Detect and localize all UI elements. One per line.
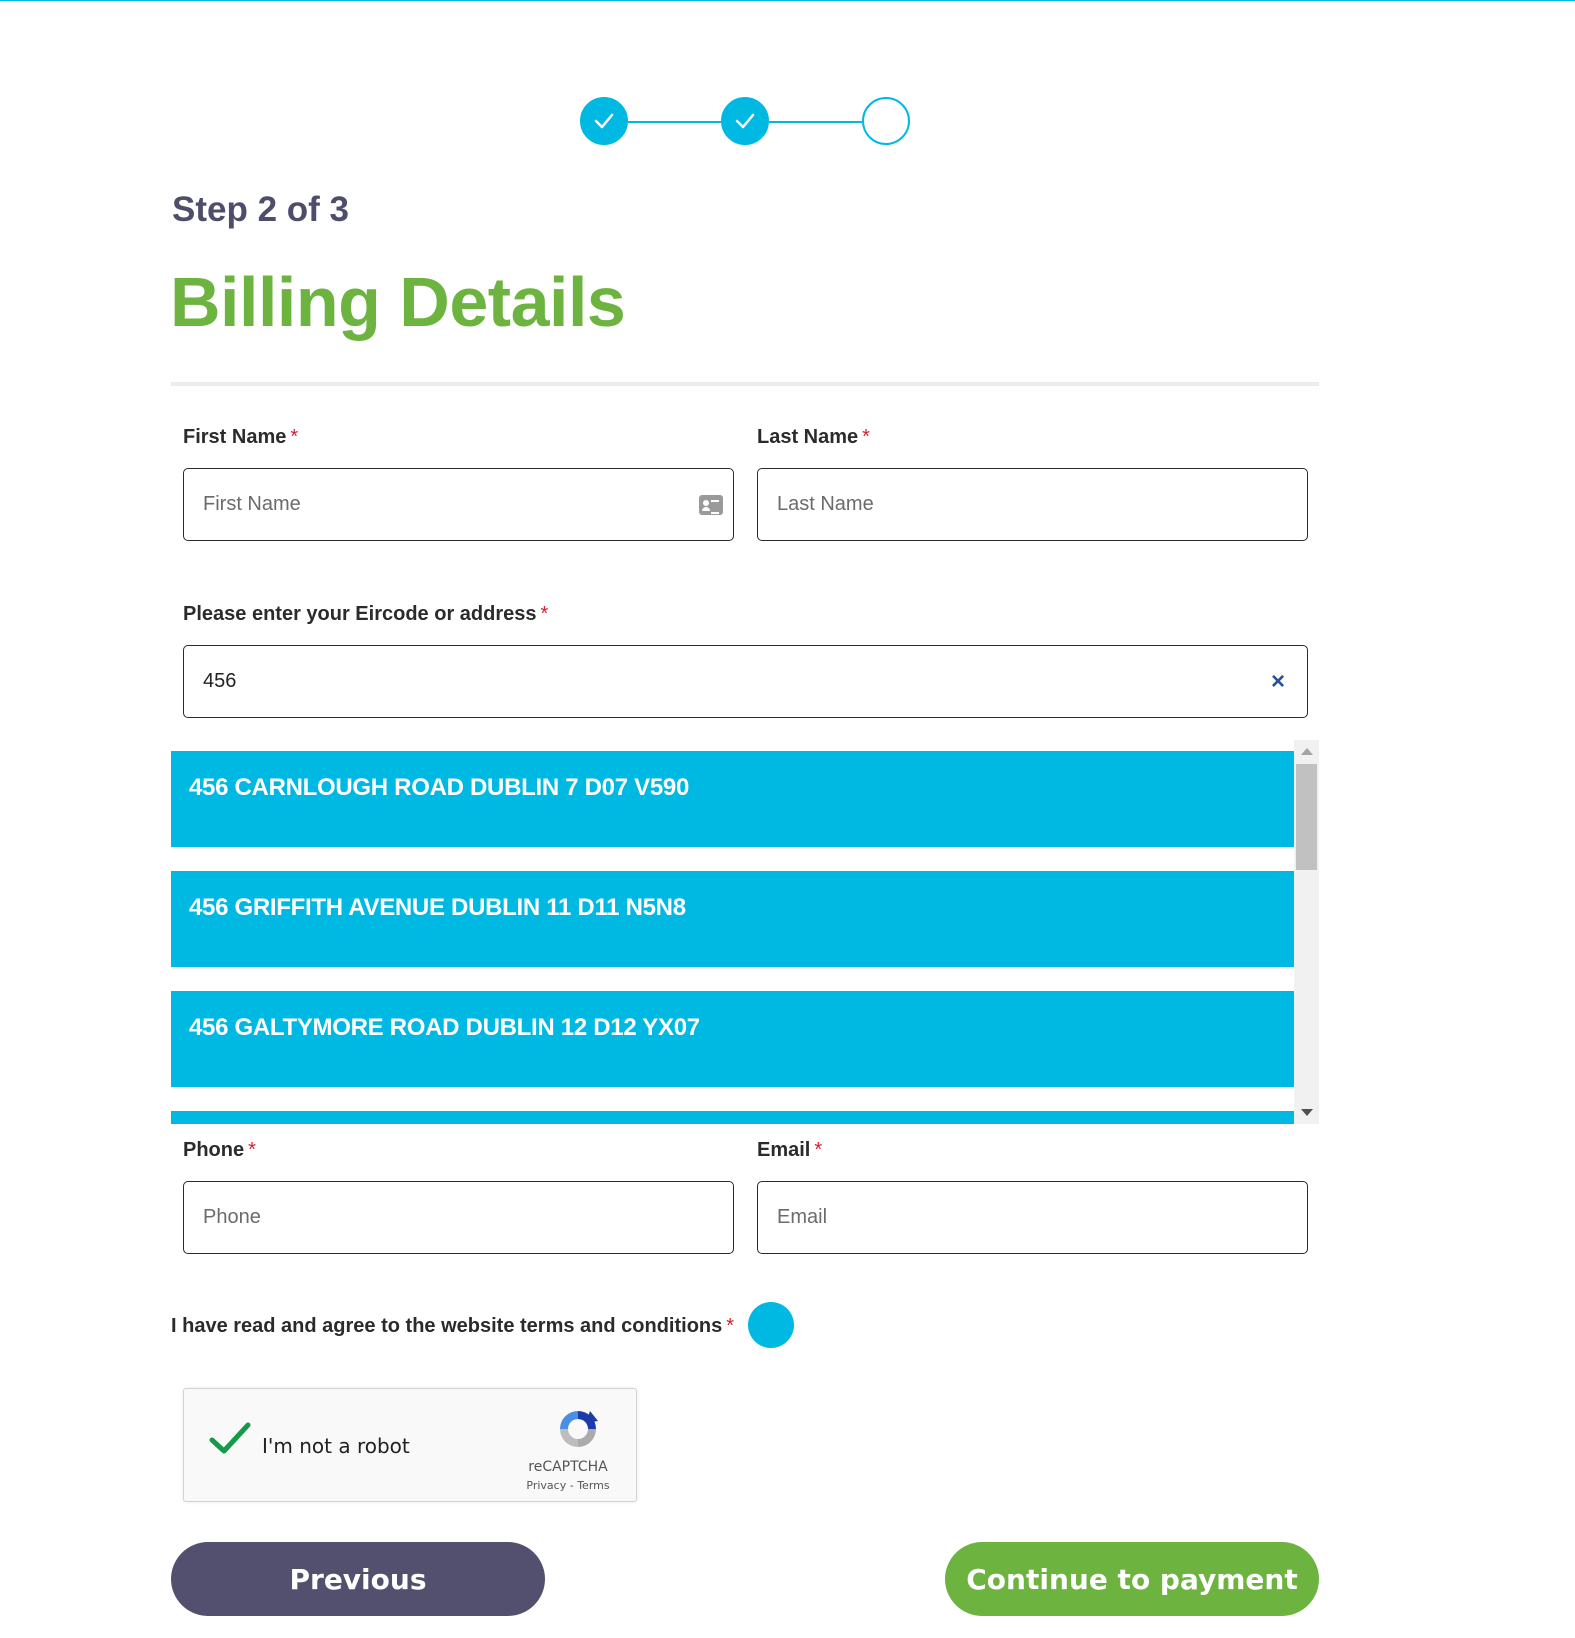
suggestion-item-partial[interactable] [171, 1111, 1294, 1124]
step-1-complete-icon [580, 97, 628, 145]
address-suggestions: 456 CARNLOUGH ROAD DUBLIN 7 D07 V590 456… [171, 740, 1319, 1124]
continue-to-payment-button[interactable]: Continue to payment [945, 1542, 1319, 1616]
scrollbar[interactable] [1294, 740, 1319, 1124]
scroll-up-arrow-icon[interactable] [1301, 748, 1313, 755]
terms-label: I have read and agree to the website ter… [171, 1315, 735, 1337]
page-title: Billing Details [170, 263, 626, 341]
scroll-thumb[interactable] [1296, 764, 1317, 870]
checkmark-icon[interactable] [208, 1421, 252, 1457]
address-input[interactable]: 456 × [183, 645, 1308, 718]
first-name-placeholder: First Name [203, 493, 301, 515]
email-input[interactable]: Email [757, 1181, 1308, 1254]
suggestion-item[interactable]: 456 GRIFFITH AVENUE DUBLIN 11 D11 N5N8 [171, 871, 1294, 967]
step-2-complete-icon [721, 97, 769, 145]
phone-placeholder: Phone [203, 1206, 261, 1228]
address-value: 456 [203, 670, 237, 692]
step-3-pending-icon [862, 97, 910, 145]
terms-checkbox[interactable] [748, 1302, 794, 1348]
phone-input[interactable]: Phone [183, 1181, 734, 1254]
address-label: Please enter your Eircode or address * [183, 603, 549, 625]
suggestion-item[interactable]: 456 GALTYMORE ROAD DUBLIN 12 D12 YX07 [171, 991, 1294, 1087]
step-indicator: Step 2 of 3 [172, 190, 349, 229]
previous-button[interactable]: Previous [171, 1542, 545, 1616]
email-placeholder: Email [777, 1206, 828, 1228]
scroll-down-arrow-icon[interactable] [1301, 1109, 1313, 1116]
recaptcha-label: I'm not a robot [262, 1434, 410, 1458]
recaptcha-widget: I'm not a robot reCAPTCHA Privacy - Term… [183, 1388, 637, 1502]
clear-icon[interactable]: × [1271, 668, 1285, 696]
phone-label: Phone * [183, 1139, 256, 1161]
last-name-input[interactable]: Last Name [757, 468, 1308, 541]
last-name-label: Last Name * [757, 426, 870, 448]
recaptcha-privacy-terms-links[interactable]: Privacy - Terms [504, 1479, 632, 1492]
first-name-label: First Name * [183, 426, 299, 448]
suggestion-item[interactable]: 456 CARNLOUGH ROAD DUBLIN 7 D07 V590 [171, 751, 1294, 847]
step-connector [628, 121, 721, 123]
last-name-placeholder: Last Name [777, 493, 874, 515]
divider [171, 382, 1319, 386]
email-label: Email * [757, 1139, 823, 1161]
progress-stepper [0, 0, 1575, 160]
first-name-input[interactable]: First Name [183, 468, 734, 541]
step-connector [769, 121, 862, 123]
recaptcha-logo-icon [560, 1411, 598, 1447]
recaptcha-brand: reCAPTCHA [528, 1459, 608, 1475]
contact-card-icon[interactable] [699, 495, 723, 515]
